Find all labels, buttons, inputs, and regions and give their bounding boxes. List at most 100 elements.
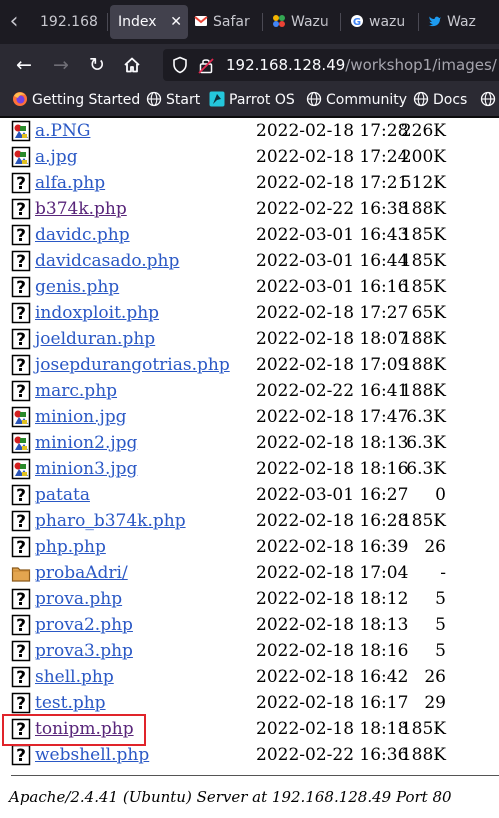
- file-date: 2022-02-18 18:13: [256, 615, 409, 635]
- file-link[interactable]: minion.jpg: [35, 404, 127, 430]
- unknown-file-icon[interactable]: ?: [11, 198, 31, 220]
- unknown-file-icon[interactable]: ?: [11, 588, 31, 610]
- file-link[interactable]: davidcasado.php: [35, 248, 179, 274]
- file-link[interactable]: genis.php: [35, 274, 119, 300]
- forward-arrow-icon[interactable]: →: [48, 52, 74, 78]
- unknown-file-icon[interactable]: ?: [11, 614, 31, 636]
- globe-icon: [480, 89, 496, 116]
- tab-label: Index: [118, 14, 157, 30]
- tab-label: 192.168: [40, 14, 98, 30]
- back-arrow-icon[interactable]: ←: [11, 52, 37, 78]
- file-row: probaAdri/2022-02-18 17:04 -: [0, 560, 499, 586]
- svg-text:?: ?: [16, 330, 26, 350]
- file-link[interactable]: marc.php: [35, 378, 117, 404]
- bookmark-label: Community: [326, 92, 408, 108]
- file-link[interactable]: minion2.jpg: [35, 430, 137, 456]
- file-date: 2022-02-18 18:16: [256, 641, 409, 661]
- unknown-file-icon[interactable]: ?: [11, 302, 31, 324]
- svg-text:G: G: [353, 17, 361, 28]
- file-link[interactable]: minion3.jpg: [35, 456, 137, 482]
- svg-text:?: ?: [16, 174, 26, 194]
- navigation-toolbar: ← → ↻ 192.168.128.49/workshop1/images/: [0, 44, 499, 86]
- image-icon[interactable]: [11, 120, 31, 142]
- file-row: ? pharo_b374k.php 2022-02-18 16:28 185K: [0, 508, 499, 534]
- file-link[interactable]: alfa.php: [35, 170, 105, 196]
- file-row: ? alfa.php 2022-02-18 17:21 512K: [0, 170, 499, 196]
- file-date: 2022-02-22 16:36: [256, 745, 409, 765]
- bookmark-getting-started[interactable]: Getting Started: [12, 86, 140, 116]
- file-link[interactable]: a.PNG: [35, 118, 90, 144]
- tab-wazuh-1[interactable]: Wazu: [266, 5, 342, 39]
- unknown-file-icon[interactable]: ?: [11, 744, 31, 766]
- unknown-file-icon[interactable]: ?: [11, 250, 31, 272]
- image-icon[interactable]: [11, 458, 31, 480]
- insecure-lock-icon[interactable]: [198, 57, 214, 74]
- bookmark-overflow[interactable]: [480, 86, 499, 116]
- unknown-file-icon[interactable]: ?: [11, 640, 31, 662]
- file-link[interactable]: probaAdri/: [35, 560, 128, 586]
- file-size: 65K: [411, 303, 446, 323]
- bookmark-start[interactable]: Start: [146, 86, 200, 116]
- file-date: 2022-02-18 17:21: [256, 173, 409, 193]
- shield-icon[interactable]: [172, 56, 188, 74]
- file-date: 2022-02-18 17:09: [256, 355, 409, 375]
- unknown-file-icon[interactable]: ?: [11, 172, 31, 194]
- folder-icon[interactable]: [11, 562, 31, 584]
- tab-safari[interactable]: Safar: [188, 5, 264, 39]
- file-link[interactable]: b374k.php: [35, 196, 127, 222]
- tab-wazuh-2[interactable]: G wazu: [344, 5, 420, 39]
- svg-text:?: ?: [16, 226, 26, 246]
- file-size: 5: [435, 615, 446, 635]
- file-link[interactable]: a.jpg: [35, 144, 78, 170]
- file-link[interactable]: patata: [35, 482, 90, 508]
- unknown-file-icon[interactable]: ?: [11, 380, 31, 402]
- url-path: /workshop1/images/: [345, 56, 497, 74]
- file-link[interactable]: test.php: [35, 690, 106, 716]
- unknown-file-icon[interactable]: ?: [11, 484, 31, 506]
- url-text[interactable]: 192.168.128.49/workshop1/images/: [226, 49, 497, 81]
- file-link[interactable]: joelduran.php: [35, 326, 155, 352]
- file-link[interactable]: php.php: [35, 534, 106, 560]
- unknown-file-icon[interactable]: ?: [11, 354, 31, 376]
- unknown-file-icon[interactable]: ?: [11, 328, 31, 350]
- reload-icon[interactable]: ↻: [84, 52, 110, 78]
- file-link[interactable]: prova3.php: [35, 638, 133, 664]
- file-size: 188K: [400, 381, 446, 401]
- image-icon[interactable]: [11, 146, 31, 168]
- unknown-file-icon[interactable]: ?: [11, 692, 31, 714]
- file-size: 6.3K: [406, 433, 446, 453]
- tab-scroll-left-icon[interactable]: ‹: [4, 9, 24, 35]
- file-link[interactable]: indoxploit.php: [35, 300, 159, 326]
- unknown-file-icon[interactable]: ?: [11, 224, 31, 246]
- image-icon[interactable]: [11, 406, 31, 428]
- home-icon[interactable]: [119, 52, 145, 78]
- tab-wazuh-3[interactable]: Waz: [422, 5, 499, 39]
- file-size: 188K: [400, 745, 446, 765]
- bookmark-label: Parrot OS: [229, 92, 295, 108]
- file-row: ? davidcasado.php 2022-03-01 16:44 185K: [0, 248, 499, 274]
- file-link[interactable]: davidc.php: [35, 222, 130, 248]
- unknown-file-icon[interactable]: ?: [11, 276, 31, 298]
- unknown-file-icon[interactable]: ?: [11, 666, 31, 688]
- url-bar[interactable]: 192.168.128.49/workshop1/images/: [163, 49, 499, 81]
- file-link[interactable]: pharo_b374k.php: [35, 508, 186, 534]
- file-row: ? prova.php 2022-02-18 18:12 5: [0, 586, 499, 612]
- file-link[interactable]: prova2.php: [35, 612, 133, 638]
- globe-icon: [146, 89, 162, 116]
- tab-index[interactable]: Index ✕: [110, 5, 188, 39]
- file-size: 6.3K: [406, 459, 446, 479]
- file-link[interactable]: prova.php: [35, 586, 122, 612]
- unknown-file-icon[interactable]: ?: [11, 510, 31, 532]
- bookmark-community[interactable]: Community: [306, 86, 407, 116]
- unknown-file-icon[interactable]: ?: [11, 536, 31, 558]
- tab-192-168[interactable]: 192.168: [28, 5, 114, 39]
- file-link[interactable]: shell.php: [35, 664, 114, 690]
- bookmark-parrot-os[interactable]: Parrot OS: [209, 86, 295, 116]
- bookmark-label: Docs: [433, 92, 468, 108]
- close-icon[interactable]: ✕: [170, 5, 182, 39]
- bookmark-label: Getting Started: [32, 92, 141, 108]
- file-link[interactable]: josepdurangotrias.php: [35, 352, 230, 378]
- bookmark-docs[interactable]: Docs: [413, 86, 467, 116]
- image-icon[interactable]: [11, 432, 31, 454]
- svg-text:?: ?: [16, 382, 26, 402]
